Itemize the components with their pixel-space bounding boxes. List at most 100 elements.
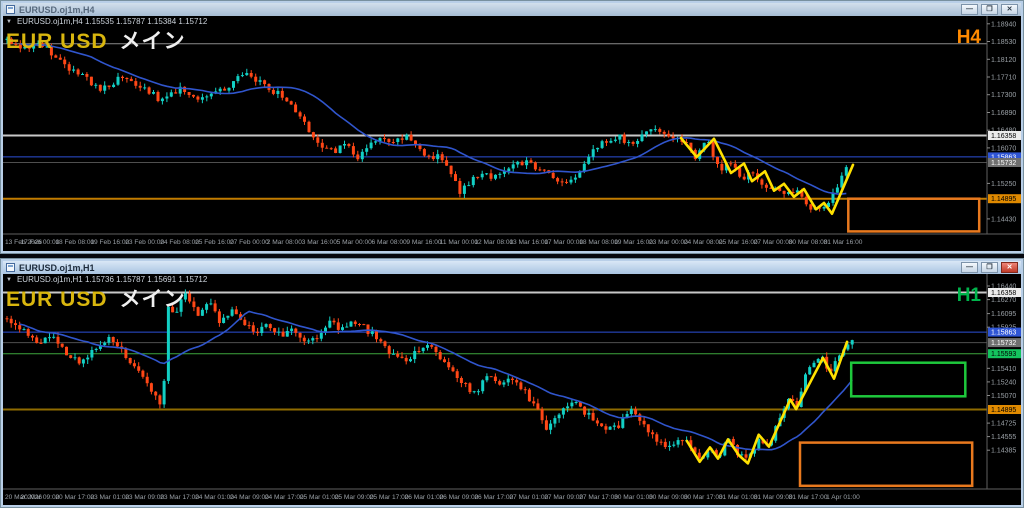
zigzag-line <box>681 138 853 214</box>
svg-text:24 Mar 08:00: 24 Mar 08:00 <box>684 239 723 246</box>
svg-text:1.14385: 1.14385 <box>991 448 1016 455</box>
svg-text:1.15410: 1.15410 <box>991 366 1016 373</box>
svg-text:5 Mar 00:00: 5 Mar 00:00 <box>337 239 373 246</box>
svg-text:23 Feb 00:00: 23 Feb 00:00 <box>125 239 164 246</box>
svg-text:19 Feb 16:00: 19 Feb 16:00 <box>90 239 129 246</box>
svg-text:27 Feb 00:00: 27 Feb 00:00 <box>230 239 269 246</box>
svg-text:1.15240: 1.15240 <box>991 379 1016 386</box>
svg-text:1.14555: 1.14555 <box>991 434 1016 441</box>
svg-text:1.15250: 1.15250 <box>991 181 1016 188</box>
svg-text:1.15732: 1.15732 <box>991 160 1016 167</box>
timeframe-badge: H4 <box>957 27 981 49</box>
close-button[interactable]: ✕ <box>1001 4 1018 15</box>
svg-text:1.16890: 1.16890 <box>991 110 1016 117</box>
ohlc-info-line: ▼ EURUSD.oj1m,H1 1.15736 1.15787 1.15691… <box>6 275 207 284</box>
svg-text:13 Mar 16:00: 13 Mar 16:00 <box>509 239 548 246</box>
setup-rect-0 <box>851 363 965 397</box>
svg-text:24 Mar 17:00: 24 Mar 17:00 <box>265 494 304 501</box>
svg-text:1.15732: 1.15732 <box>991 340 1016 347</box>
svg-text:25 Mar 01:00: 25 Mar 01:00 <box>300 494 339 501</box>
svg-text:2 Mar 08:00: 2 Mar 08:00 <box>267 239 303 246</box>
svg-text:24 Mar 01:00: 24 Mar 01:00 <box>195 494 234 501</box>
svg-text:23 Mar 17:00: 23 Mar 17:00 <box>160 494 199 501</box>
svg-text:25 Mar 16:00: 25 Mar 16:00 <box>719 239 758 246</box>
symbol-watermark: EUR USDメイン <box>6 283 186 313</box>
svg-text:1.15593: 1.15593 <box>991 351 1016 358</box>
time-axis: 20 Mar 202620 Mar 09:0020 Mar 17:0023 Ma… <box>5 494 860 501</box>
svg-text:30 Mar 08:00: 30 Mar 08:00 <box>789 239 828 246</box>
svg-text:25 Feb 16:00: 25 Feb 16:00 <box>195 239 234 246</box>
window-title: EURUSD.oj1m,H4 <box>19 5 95 15</box>
svg-text:1.14725: 1.14725 <box>991 421 1016 428</box>
svg-text:1.15863: 1.15863 <box>991 330 1016 337</box>
svg-text:17 Feb 00:00: 17 Feb 00:00 <box>20 239 59 246</box>
svg-text:24 Feb 08:00: 24 Feb 08:00 <box>160 239 199 246</box>
price-tags: 1.163581.158631.157321.14895 <box>988 131 1021 203</box>
svg-text:3 Mar 16:00: 3 Mar 16:00 <box>302 239 338 246</box>
svg-text:20 Mar 17:00: 20 Mar 17:00 <box>55 494 94 501</box>
minimize-button[interactable]: — <box>961 262 978 273</box>
minimize-button[interactable]: — <box>961 4 978 15</box>
svg-text:26 Mar 17:00: 26 Mar 17:00 <box>474 494 513 501</box>
svg-text:17 Mar 00:00: 17 Mar 00:00 <box>544 239 583 246</box>
svg-text:1.15070: 1.15070 <box>991 393 1016 400</box>
svg-text:31 Mar 16:00: 31 Mar 16:00 <box>824 239 863 246</box>
watermark-symbol: EUR USD <box>6 30 108 53</box>
svg-text:30 Mar 17:00: 30 Mar 17:00 <box>684 494 723 501</box>
svg-text:30 Mar 01:00: 30 Mar 01:00 <box>614 494 653 501</box>
svg-text:26 Mar 09:00: 26 Mar 09:00 <box>439 494 478 501</box>
price-axis: 1.164401.162701.160951.159251.154101.152… <box>987 284 1016 455</box>
watermark-label: メイン <box>120 288 186 311</box>
setup-rect-0 <box>848 199 979 232</box>
setup-rect-1 <box>800 443 972 486</box>
svg-text:1.14895: 1.14895 <box>991 196 1016 203</box>
svg-text:1.17710: 1.17710 <box>991 75 1016 82</box>
svg-text:1.14895: 1.14895 <box>991 407 1016 414</box>
symbol-dropdown-icon[interactable]: ▼ <box>6 277 12 283</box>
price-axis: 1.189401.185301.181201.177101.173001.168… <box>987 21 1016 223</box>
svg-text:1.16095: 1.16095 <box>991 311 1016 318</box>
svg-text:9 Mar 16:00: 9 Mar 16:00 <box>406 239 442 246</box>
svg-text:20 Mar 09:00: 20 Mar 09:00 <box>20 494 59 501</box>
symbol-dropdown-icon[interactable]: ▼ <box>6 19 12 25</box>
chart-client-area-h4[interactable]: ▼ EURUSD.oj1m,H4 1.15535 1.15787 1.15384… <box>3 16 1021 251</box>
svg-text:27 Mar 17:00: 27 Mar 17:00 <box>579 494 618 501</box>
chart-client-area-h1[interactable]: ▼ EURUSD.oj1m,H1 1.15736 1.15787 1.15691… <box>3 274 1021 505</box>
candles <box>6 37 848 213</box>
svg-text:18 Mar 08:00: 18 Mar 08:00 <box>579 239 618 246</box>
svg-text:1.16070: 1.16070 <box>991 145 1016 152</box>
svg-text:31 Mar 01:00: 31 Mar 01:00 <box>719 494 758 501</box>
svg-text:23 Mar 00:00: 23 Mar 00:00 <box>649 239 688 246</box>
svg-text:26 Mar 01:00: 26 Mar 01:00 <box>405 494 444 501</box>
svg-text:1 Apr 01:00: 1 Apr 01:00 <box>826 494 860 501</box>
window-titlebar[interactable]: EURUSD.oj1m,H1 — ❐ ✕ <box>3 261 1021 274</box>
svg-text:11 Mar 00:00: 11 Mar 00:00 <box>440 239 479 246</box>
ohlc-info-text: EURUSD.oj1m,H4 1.15535 1.15787 1.15384 1… <box>17 17 207 26</box>
time-axis: 13 Feb 202617 Feb 00:0018 Feb 08:0019 Fe… <box>5 239 863 246</box>
svg-text:27 Mar 00:00: 27 Mar 00:00 <box>754 239 793 246</box>
chart-window-h1[interactable]: EURUSD.oj1m,H1 — ❐ ✕ ▼ EURUSD.oj1m,H1 1.… <box>0 258 1024 508</box>
zigzag-line <box>687 342 847 464</box>
svg-text:23 Mar 01:00: 23 Mar 01:00 <box>90 494 129 501</box>
svg-text:25 Mar 17:00: 25 Mar 17:00 <box>370 494 409 501</box>
watermark-label: メイン <box>120 30 186 53</box>
svg-text:25 Mar 09:00: 25 Mar 09:00 <box>335 494 374 501</box>
svg-text:24 Mar 09:00: 24 Mar 09:00 <box>230 494 269 501</box>
restore-button[interactable]: ❐ <box>981 4 998 15</box>
restore-button[interactable]: ❐ <box>981 262 998 273</box>
svg-text:1.16358: 1.16358 <box>991 133 1016 140</box>
chart-window-icon <box>6 5 15 14</box>
close-button[interactable]: ✕ <box>1001 262 1018 273</box>
chart-window-icon <box>6 263 15 272</box>
ohlc-info-text: EURUSD.oj1m,H1 1.15736 1.15787 1.15691 1… <box>17 275 207 284</box>
svg-text:1.18120: 1.18120 <box>991 57 1016 64</box>
svg-text:18 Feb 08:00: 18 Feb 08:00 <box>55 239 94 246</box>
svg-text:1.18940: 1.18940 <box>991 21 1016 28</box>
chart-window-h4[interactable]: EURUSD.oj1m,H4 — ❐ ✕ ▼ EURUSD.oj1m,H4 1.… <box>0 0 1024 254</box>
svg-text:31 Mar 17:00: 31 Mar 17:00 <box>789 494 828 501</box>
timeframe-badge: H1 <box>957 285 981 307</box>
svg-text:31 Mar 09:00: 31 Mar 09:00 <box>754 494 793 501</box>
svg-text:6 Mar 08:00: 6 Mar 08:00 <box>372 239 408 246</box>
svg-text:1.17300: 1.17300 <box>991 92 1016 99</box>
window-titlebar[interactable]: EURUSD.oj1m,H4 — ❐ ✕ <box>3 3 1021 16</box>
